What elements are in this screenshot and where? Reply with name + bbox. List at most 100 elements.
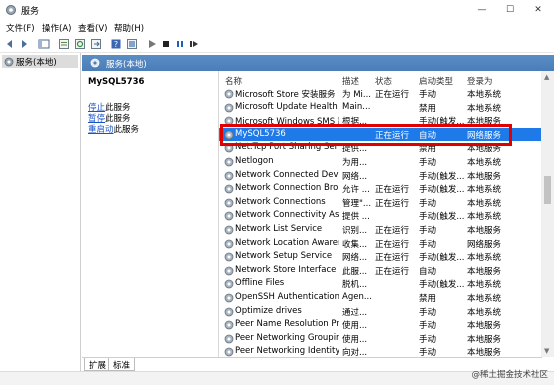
service-startup-type-cell: 手动(触发... (419, 212, 465, 223)
gear-icon (4, 57, 14, 67)
service-status-cell: 正在运行 (375, 198, 410, 209)
service-status-cell: 正在运行 (375, 253, 410, 264)
selected-row-highlight (220, 124, 512, 146)
services-list: 名称 描述 状态 启动类型 登录为 Microsoft Store 安装服务为 … (218, 71, 554, 358)
table-row[interactable]: Peer Networking Grouping 使用... 手动 本地服务 (219, 332, 541, 346)
service-log-on-as-cell: 本地服务 (467, 334, 502, 345)
service-startup-type-cell: 禁用 (419, 294, 437, 304)
service-name-cell: Microsoft Store 安装服务 (235, 90, 336, 100)
service-description-cell: 此服... (342, 266, 368, 277)
console-tree: 服务(本地) (0, 53, 81, 385)
column-header-name[interactable]: 名称 (225, 75, 242, 87)
tab-extended[interactable]: 扩展 (84, 358, 112, 371)
service-description-cell: 为 Mi... (342, 90, 372, 100)
help-icon[interactable]: ? (110, 38, 122, 50)
service-name-cell: Netlogon (235, 156, 274, 166)
tree-item-services-local[interactable]: 服务(本地) (2, 55, 78, 68)
scroll-up-arrow-icon[interactable]: ▲ (544, 73, 549, 81)
pause-service-icon[interactable] (174, 38, 186, 50)
forward-arrow-icon[interactable] (18, 38, 30, 50)
menu-view[interactable]: 查看(V) (78, 22, 107, 34)
service-description-cell: 收集... (342, 239, 368, 250)
table-row[interactable]: Microsoft Update Health S...Main... 禁用 本地系… (219, 101, 541, 115)
service-startup-type-cell: 手动 (419, 90, 437, 100)
service-name-cell: Network Connectivity Assis... (235, 210, 339, 221)
table-row[interactable]: OpenSSH Authentication ...Agen... 禁用 本地系统 (219, 291, 541, 305)
refresh-icon[interactable] (74, 38, 86, 50)
column-header-log-on-as[interactable]: 登录为 (467, 75, 493, 87)
maximize-button[interactable]: ☐ (502, 3, 518, 17)
service-startup-type-cell: 禁用 (419, 103, 437, 114)
service-status-cell: 正在运行 (375, 266, 410, 277)
service-gear-icon (224, 103, 234, 112)
table-row[interactable]: Offline Files 脱机... 手动(触发... 本地系统 (219, 277, 541, 291)
table-row[interactable]: Microsoft Store 安装服务为 Mi... 正在运行 手动 本地系统 (219, 87, 541, 101)
service-log-on-as-cell: 网络服务 (467, 239, 502, 250)
service-gear-icon (224, 157, 234, 167)
table-row[interactable]: Optimize drives 通过... 手动 本地系统 (219, 305, 541, 319)
toolbar: ? (0, 35, 554, 53)
service-name-cell: Peer Name Resolution Pro... (235, 319, 339, 330)
restart-service-icon[interactable] (188, 38, 200, 50)
service-startup-type-cell: 手动 (419, 307, 437, 318)
stop-service-icon[interactable] (160, 38, 172, 50)
service-log-on-as-cell: 本地服务 (467, 321, 502, 332)
scroll-down-arrow-icon[interactable]: ▼ (544, 347, 549, 355)
service-status-cell: 正在运行 (375, 185, 410, 196)
snap-in-icon[interactable] (126, 38, 138, 50)
watermark: @稀土掘金技术社区 (471, 370, 548, 380)
service-name-cell: Network Connected Devic... (235, 169, 339, 180)
service-log-on-as-cell: 本地系统 (467, 253, 502, 264)
service-startup-type-cell: 手动 (419, 158, 437, 168)
table-row[interactable]: Network Setup Service 网络... 正在运行 手动(触发... 本地… (219, 250, 541, 264)
properties-icon[interactable] (58, 38, 70, 50)
service-startup-type-cell: 手动 (419, 334, 437, 345)
scrollbar-thumb[interactable] (544, 176, 551, 204)
vertical-scrollbar[interactable]: ▲ ▼ (541, 71, 554, 357)
service-startup-type-cell: 手动(触发... (419, 253, 465, 264)
minimize-button[interactable]: — (474, 3, 490, 17)
column-header-status[interactable]: 状态 (375, 75, 392, 87)
service-gear-icon (224, 252, 234, 262)
table-row[interactable]: Network Connected Devic...网络... 手动(触发...本… (219, 169, 541, 183)
service-name-cell: Network List Service (235, 224, 323, 234)
menu-action[interactable]: 操作(A) (42, 22, 71, 34)
service-description-cell: 使用... (342, 321, 368, 332)
service-name-cell: Network Connection Broker (235, 183, 339, 194)
service-name-cell: Network Store Interface Se... (235, 264, 339, 275)
table-row[interactable]: Network Store Interface Se...此服... 正在运行自动… (219, 264, 541, 278)
service-description-cell: 管理"... (342, 198, 372, 209)
service-log-on-as-cell: 本地系统 (467, 158, 502, 168)
table-row[interactable]: Network Connection Broker允许 ... 正在运行手动(触发… (219, 182, 541, 196)
column-header-startup-type[interactable]: 启动类型 (419, 75, 453, 87)
tab-standard[interactable]: 标准 (108, 358, 136, 371)
table-row[interactable]: Network Location Awarene...收集... 正在运行手动 网络… (219, 237, 541, 251)
service-gear-icon (224, 239, 234, 248)
table-row[interactable]: Netlogon 为用... 手动 本地系统 (219, 155, 541, 169)
service-startup-type-cell: 手动(触发... (419, 185, 465, 196)
service-description-cell: 网络... (342, 171, 368, 182)
service-name-cell: Network Setup Service (235, 251, 333, 262)
service-description-cell: 允许 ... (342, 185, 370, 196)
table-row[interactable]: Network Connections 管理"... 正在运行 手动 本地系统 (219, 196, 541, 210)
service-startup-type-cell: 自动 (419, 266, 437, 277)
table-row[interactable]: Network Connectivity Assis...提供 ... 手动(触发… (219, 209, 541, 223)
service-description-cell: 脱机... (342, 280, 368, 291)
start-service-icon[interactable] (146, 38, 158, 50)
restart-service-link[interactable]: 重启动 (88, 125, 114, 135)
gear-icon (90, 58, 100, 68)
service-log-on-as-cell: 本地系统 (467, 185, 502, 196)
menu-help[interactable]: 帮助(H) (114, 22, 144, 34)
column-header-description[interactable]: 描述 (342, 75, 359, 87)
menu-file[interactable]: 文件(F) (6, 22, 35, 34)
table-row[interactable]: Peer Name Resolution Pro...使用... 手动 本地服务 (219, 318, 541, 332)
header-title: 服务(本地) (106, 60, 147, 70)
close-button[interactable]: ✕ (530, 3, 546, 17)
back-arrow-icon[interactable] (4, 38, 16, 50)
console-tree-icon[interactable] (38, 38, 50, 50)
export-list-icon[interactable] (90, 38, 102, 50)
service-gear-icon (224, 279, 234, 289)
service-log-on-as-cell: 本地服务 (467, 171, 502, 182)
table-row[interactable]: Network List Service 识别... 正在运行 手动 本地服务 (219, 223, 541, 237)
service-startup-type-cell: 手动 (419, 226, 437, 236)
